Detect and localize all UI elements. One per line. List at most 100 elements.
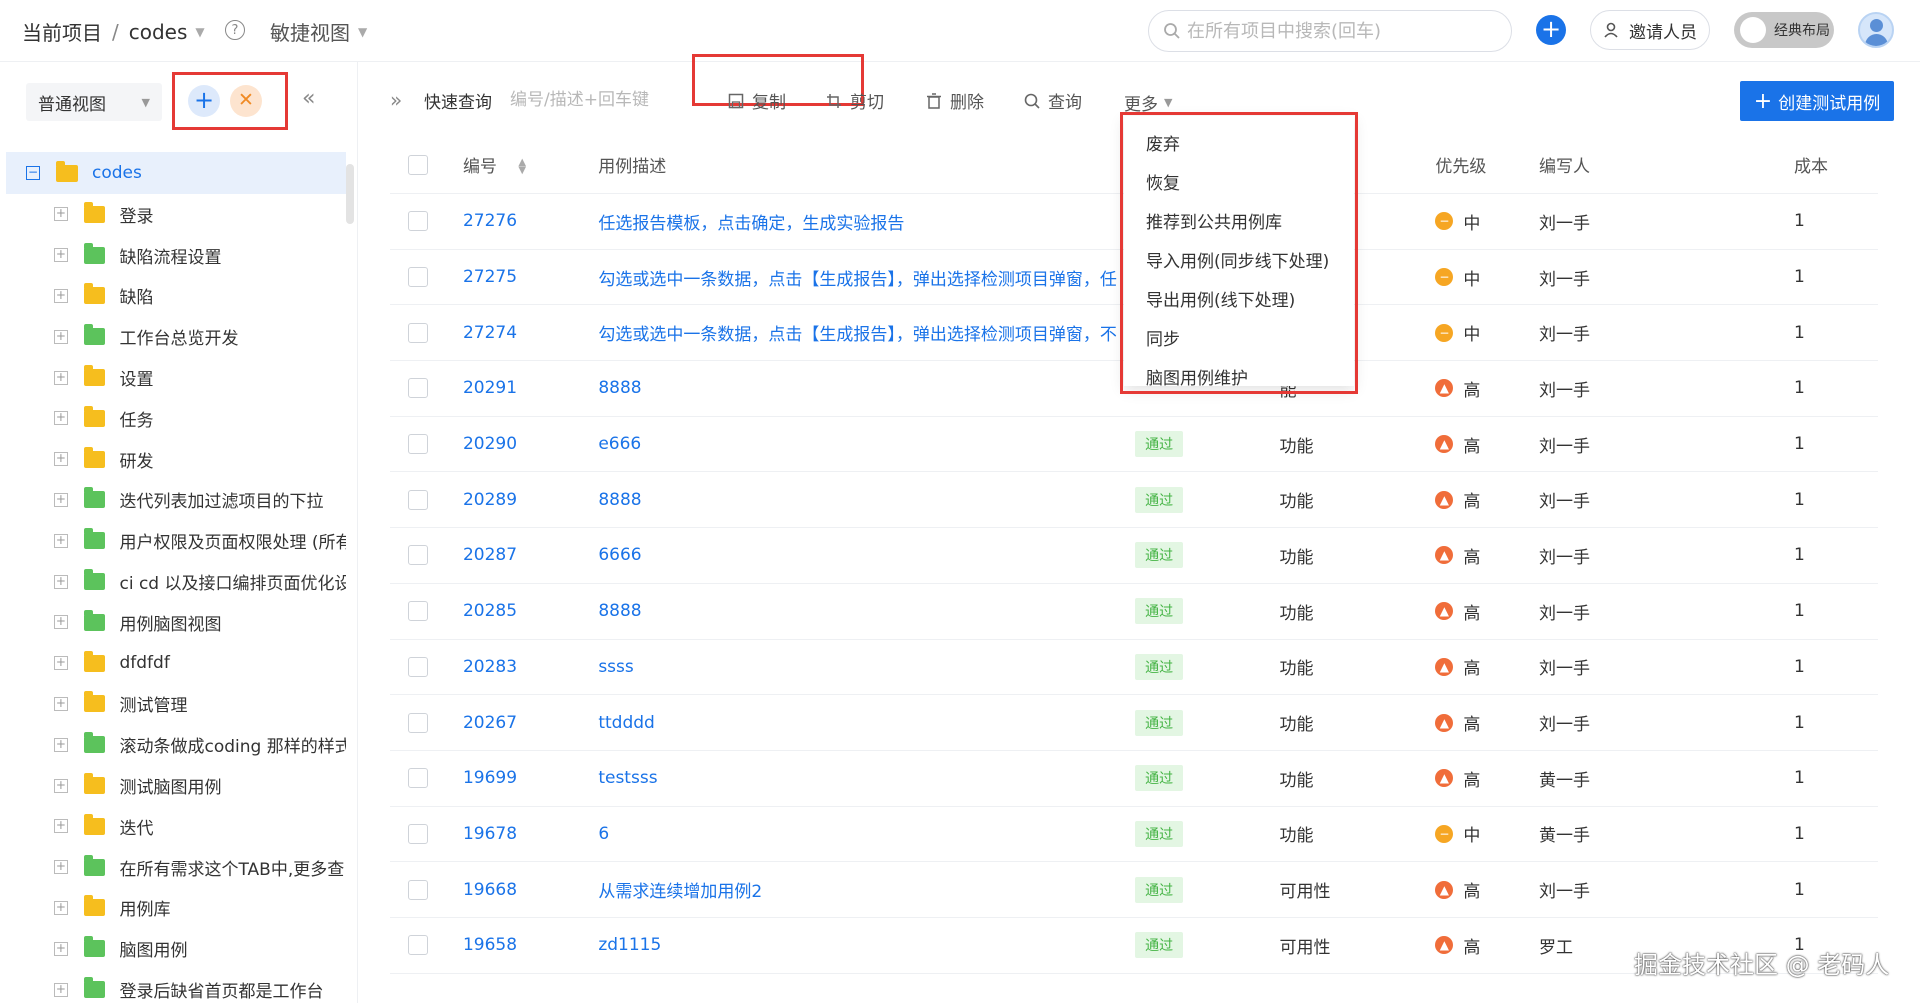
quick-query-input[interactable] [510,84,680,116]
collapse-node-icon[interactable]: − [26,166,40,180]
row-checkbox[interactable] [408,434,428,455]
tree-item[interactable]: + 缺陷 [6,276,346,317]
breadcrumb[interactable]: 当前项目 / codes ▼ [22,17,205,46]
copy-button[interactable]: 复制 [728,88,786,113]
case-id-link[interactable]: 19658 [463,935,517,955]
tree-item[interactable]: + 迭代 [6,806,346,847]
case-id-link[interactable]: 20290 [463,434,517,454]
tree-item[interactable]: + 用例脑图视图 [6,602,346,643]
case-id-link[interactable]: 27274 [463,323,517,343]
agile-view-menu[interactable]: 敏捷视图 ▼ [270,17,367,46]
chevron-down-icon[interactable]: ▼ [142,96,150,109]
table-row[interactable]: 19678 6 通过 功能 − 中黄一手 1 [390,807,1878,863]
chevron-down-icon[interactable]: ▼ [195,25,204,39]
expand-node-icon[interactable]: + [54,288,68,303]
case-desc-link[interactable]: 从需求连续增加用例2 [598,882,762,902]
expand-node-icon[interactable]: + [54,492,68,507]
expand-node-icon[interactable]: + [54,207,68,222]
row-checkbox[interactable] [408,322,428,343]
create-test-case-button[interactable]: + 创建测试用例 [1740,81,1894,121]
expand-query-icon[interactable]: » [390,88,402,112]
case-desc-link[interactable]: 6666 [598,545,641,565]
invite-button[interactable]: 邀请人员 [1590,10,1710,50]
chevron-down-icon[interactable]: ▼ [358,25,367,39]
row-checkbox[interactable] [408,768,428,789]
table-row[interactable]: 19699 testsss 通过 功能 ▲ 高黄一手 1 [390,751,1878,807]
case-desc-link[interactable]: 6 [598,824,609,844]
table-row[interactable]: 20289 8888 通过 功能 ▲ 高刘一手 1 [390,472,1878,529]
case-id-link[interactable]: 20267 [463,713,517,733]
case-id-link[interactable]: 19668 [463,880,517,900]
tree-item[interactable]: + 测试管理 [6,684,346,725]
case-desc-link[interactable]: ssss [598,657,633,677]
tree-item[interactable]: + 脑图用例 [6,928,346,969]
search-button[interactable]: 查询 [1024,88,1082,113]
row-checkbox[interactable] [408,489,428,510]
row-checkbox[interactable] [408,712,428,733]
case-desc-link[interactable]: 8888 [598,490,641,510]
tree-root[interactable]: − codes [6,152,346,194]
table-row[interactable]: 20287 6666 通过 功能 ▲ 高刘一手 1 [390,528,1878,584]
delete-button[interactable]: 删除 [926,88,984,113]
sort-icon[interactable]: ▲ ▼ [518,158,526,176]
tree-item[interactable]: + 用户权限及页面权限处理 (所有 [6,520,346,561]
classic-layout-toggle[interactable]: 经典布局 [1734,12,1834,48]
expand-node-icon[interactable]: + [54,370,68,385]
case-id-link[interactable]: 20287 [463,545,517,565]
case-desc-link[interactable]: testsss [598,768,657,788]
help-icon[interactable]: ? [225,20,245,40]
expand-node-icon[interactable]: + [54,900,68,915]
expand-node-icon[interactable]: + [54,656,68,671]
case-id-link[interactable]: 19699 [463,768,517,788]
expand-node-icon[interactable]: + [54,411,68,426]
expand-node-icon[interactable]: + [54,615,68,630]
table-row[interactable]: 20285 8888 通过 功能 ▲ 高刘一手 1 [390,584,1878,640]
case-desc-link[interactable]: e666 [598,434,641,454]
avatar[interactable] [1858,12,1894,48]
tree-item[interactable]: + 工作台总览开发 [6,316,346,357]
view-select[interactable]: 普通视图 ▼ [26,83,162,121]
tree-item[interactable]: + 在所有需求这个TAB中,更多查 [6,847,346,888]
tree-item[interactable]: + 研发 [6,439,346,480]
agile-view-label[interactable]: 敏捷视图 [270,17,350,46]
breadcrumb-project-name[interactable]: codes [129,20,188,44]
global-search[interactable] [1148,10,1512,52]
row-checkbox[interactable] [408,545,428,566]
expand-node-icon[interactable]: + [54,778,68,793]
expand-node-icon[interactable]: + [54,941,68,956]
tree-item[interactable]: + 滚动条做成coding 那样的样式 [6,724,346,765]
expand-node-icon[interactable]: + [54,982,68,997]
row-checkbox[interactable] [408,879,428,900]
row-checkbox[interactable] [408,823,428,844]
row-checkbox[interactable] [408,656,428,677]
expand-node-icon[interactable]: + [54,248,68,263]
row-checkbox[interactable] [408,211,428,232]
header-id[interactable]: 编号 ▲ ▼ [451,152,598,177]
tree-item[interactable]: + dfdfdf [6,643,346,684]
toggle-knob[interactable] [1740,17,1766,43]
case-id-link[interactable]: 20285 [463,601,517,621]
tree-item[interactable]: + 设置 [6,357,346,398]
case-id-link[interactable]: 27276 [463,211,517,231]
table-row[interactable]: 19668 从需求连续增加用例2 通过 可用性 ▲ 高刘一手 1 [390,862,1878,918]
tree-item[interactable]: + 迭代列表加过滤项目的下拉 [6,480,346,521]
row-checkbox[interactable] [408,935,428,956]
expand-node-icon[interactable]: + [54,819,68,834]
tree-item[interactable]: + 登录 [6,194,346,235]
case-id-link[interactable]: 20289 [463,490,517,510]
table-row[interactable]: 20283 ssss 通过 功能 ▲ 高刘一手 1 [390,640,1878,696]
tree-item[interactable]: + 登录后缺省首页都是工作台 [6,969,346,1003]
tree-item[interactable]: + 任务 [6,398,346,439]
select-all-checkbox[interactable] [408,154,428,175]
tree-item[interactable]: + 测试脑图用例 [6,765,346,806]
expand-node-icon[interactable]: + [54,329,68,344]
row-checkbox[interactable] [408,601,428,622]
row-checkbox[interactable] [408,267,428,288]
case-id-link[interactable]: 19678 [463,824,517,844]
close-icon[interactable]: ✕ [230,85,262,117]
collapse-sidebar-icon[interactable]: « [302,86,315,111]
case-desc-link[interactable]: 8888 [598,378,641,398]
global-search-input[interactable] [1187,20,1507,42]
expand-node-icon[interactable]: + [54,737,68,752]
case-id-link[interactable]: 20283 [463,657,517,677]
